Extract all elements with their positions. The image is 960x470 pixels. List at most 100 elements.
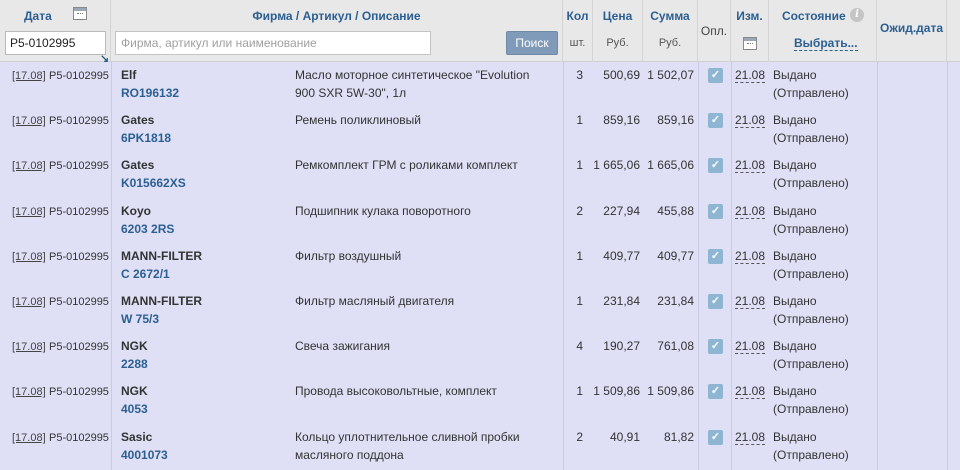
table-row[interactable]: [17.08] P5-0102995 Sasic 4001073 Кольцо упл… [0,428,960,470]
order-number: P5-0102995 [48,70,109,82]
article-link[interactable]: 4001073 [121,446,168,464]
order-number: P5-0102995 [48,432,109,444]
order-date-link[interactable]: [17.08] [12,115,46,127]
changed-date-link[interactable]: 21.08 [735,249,766,264]
search-button[interactable]: Поиск [506,31,558,55]
header-expected-label[interactable]: Ожид.дата [877,21,946,35]
sum: 859,16 [657,113,694,127]
header-expected-col: Ожид.дата [877,0,947,62]
description-line-2: 900 SXR 5W-30", 1л [295,86,407,100]
article-link[interactable]: 2288 [121,355,148,373]
header-sum-label[interactable]: Сумма [643,9,697,23]
table-row[interactable]: [17.08] P5-0102995 NGK 4053 Провода высоков… [0,382,960,427]
header-firm-label[interactable]: Фирма / Артикул / Описание [111,9,562,23]
article-link[interactable]: 4053 [121,400,148,418]
description-line-1: Подшипник кулака поворотного [295,204,471,218]
quantity: 4 [576,339,583,353]
quantity: 1 [576,384,583,398]
order-number: P5-0102995 [48,160,109,172]
order-date-link[interactable]: [17.08] [12,206,46,218]
table-row[interactable]: [17.08] P5-0102995 Gates 6PK1818 Ремень пол… [0,111,960,156]
order-number: P5-0102995 [48,206,109,218]
paid-checkbox[interactable]: ✓ [708,113,723,128]
changed-date-link[interactable]: 21.08 [735,430,766,445]
order-date-link[interactable]: [17.08] [12,160,46,172]
paid-checkbox[interactable]: ✓ [708,384,723,399]
article-link[interactable]: 6203 2RS [121,220,174,238]
description-line-1: Фильтр масляный двигателя [295,294,455,308]
brand-name: Gates [121,158,155,172]
brand-name: NGK [121,384,148,398]
header-price-label[interactable]: Цена [593,9,642,23]
status-text: Выдано [773,294,817,308]
paid-checkbox[interactable]: ✓ [708,294,723,309]
paid-checkbox[interactable]: ✓ [708,430,723,445]
article-link[interactable]: 6PK1818 [121,129,171,147]
brand-name: Sasic [121,430,153,444]
paid-checkbox[interactable]: ✓ [708,339,723,354]
table-row[interactable]: [17.08] P5-0102995 Elf RO196132 Масло мотор… [0,66,960,111]
brand-name: MANN-FILTER [121,249,203,263]
changed-date-link[interactable]: 21.08 [735,339,766,354]
brand-name: Koyo [121,204,151,218]
changed-date-link[interactable]: 21.08 [735,113,766,128]
order-date-link[interactable]: [17.08] [12,70,46,82]
sum: 761,08 [657,339,694,353]
order-number: P5-0102995 [48,386,109,398]
header-date-label[interactable]: Дата [24,9,110,23]
order-number-filter-input[interactable] [5,31,106,55]
table-header: Дата Фирма / Артикул / Описание Кол шт. … [0,0,960,65]
changed-date-link[interactable]: 21.08 [735,68,766,83]
order-date-link[interactable]: [17.08] [12,296,46,308]
article-link[interactable]: C 2672/1 [121,265,170,283]
status-text: Выдано [773,68,817,82]
sum: 1 665,06 [647,158,694,172]
quantity: 2 [576,204,583,218]
changed-date-link[interactable]: 21.08 [735,294,766,309]
table-row[interactable]: [17.08] P5-0102995 Koyo 6203 2RS Подшипник … [0,202,960,247]
order-date-link[interactable]: [17.08] [12,341,46,353]
price: 40,91 [609,430,640,444]
search-input[interactable] [115,31,431,55]
calendar-icon[interactable] [73,7,87,20]
calendar-icon[interactable] [743,37,757,50]
description-line-1: Фильтр воздушный [295,249,402,263]
info-icon[interactable]: i [850,8,864,22]
status-substate: (Отправлено) [773,357,849,371]
header-paid-label[interactable]: Опл. [698,24,730,38]
article-link[interactable]: K015662XS [121,174,186,192]
article-link[interactable]: W 75/3 [121,310,159,328]
status-text: Выдано [773,249,817,263]
paid-checkbox[interactable]: ✓ [708,204,723,219]
description-line-1: Ремкомплект ГРМ с роликами комплект [295,158,518,172]
header-changed-label[interactable]: Изм. [731,9,768,23]
order-date-link[interactable]: [17.08] [12,386,46,398]
quantity: 1 [576,158,583,172]
quantity: 2 [576,430,583,444]
table-row[interactable]: [17.08] P5-0102995 MANN-FILTER C 2672/1 Фил… [0,247,960,292]
paid-checkbox[interactable]: ✓ [708,158,723,173]
brand-name: Gates [121,113,155,127]
table-row[interactable]: [17.08] P5-0102995 Gates K015662XS Ремкомпл… [0,156,960,201]
order-date-link[interactable]: [17.08] [12,432,46,444]
quantity: 1 [576,113,583,127]
order-date-link[interactable]: [17.08] [12,251,46,263]
sum: 1 509,86 [647,384,694,398]
status-filter-choose-link[interactable]: Выбрать... [794,37,858,51]
table-row[interactable]: [17.08] P5-0102995 NGK 2288 Свеча зажигания… [0,337,960,382]
checkmark-icon: ✓ [710,205,721,217]
table-row[interactable]: [17.08] P5-0102995 MANN-FILTER W 75/3 Фильт… [0,292,960,337]
status-substate: (Отправлено) [773,222,849,236]
checkmark-icon: ✓ [710,340,721,352]
header-qty-label[interactable]: Кол [563,9,592,23]
checkmark-icon: ✓ [710,159,721,171]
changed-date-link[interactable]: 21.08 [735,204,766,219]
description-line-2: масляного поддона [295,448,404,462]
changed-date-link[interactable]: 21.08 [735,384,766,399]
paid-checkbox[interactable]: ✓ [708,249,723,264]
article-link[interactable]: RO196132 [121,84,179,102]
price: 409,77 [603,249,640,263]
paid-checkbox[interactable]: ✓ [708,68,723,83]
changed-date-link[interactable]: 21.08 [735,158,766,173]
price: 500,69 [603,68,640,82]
